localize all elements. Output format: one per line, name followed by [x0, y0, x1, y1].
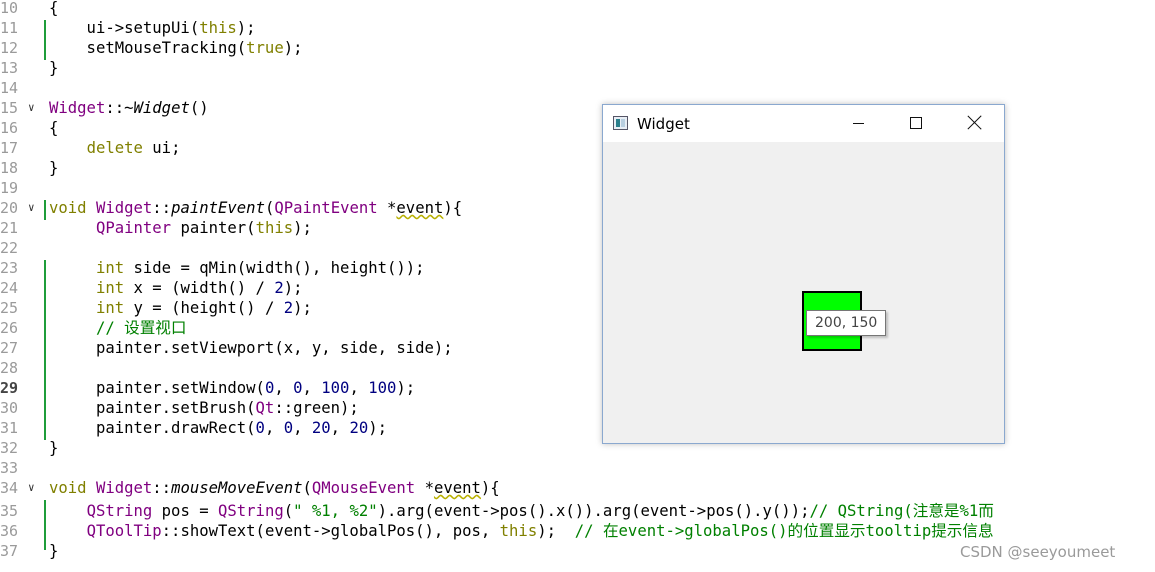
line-number: 25: [0, 299, 19, 317]
code-text: QToolTip::showText(event->globalPos(), p…: [86, 522, 994, 540]
maximize-icon: [910, 117, 922, 129]
code-line[interactable]: 14: [0, 78, 1155, 98]
code-line[interactable]: 10 {: [0, 0, 1155, 18]
code-line[interactable]: 35 QString pos = QString(" %1, %2").arg(…: [0, 501, 1155, 521]
code-text: painter.setBrush(Qt::green);: [49, 399, 359, 417]
app-window-icon: [613, 116, 628, 130]
mouse-position-tooltip: 200, 150: [806, 310, 887, 336]
widget-window[interactable]: Widget 200, 150: [602, 104, 1005, 444]
minimize-icon: [853, 123, 864, 124]
code-text: delete ui;: [86, 139, 181, 157]
code-text: int y = (height() / 2);: [95, 299, 312, 317]
code-line[interactable]: 11 ui->setupUi(this);: [0, 18, 1155, 38]
line-number: 12: [0, 39, 19, 57]
code-text: {: [49, 119, 59, 137]
line-number: 34: [0, 479, 19, 497]
code-text: }: [49, 542, 59, 560]
line-number: 11: [0, 19, 19, 37]
line-number: 19: [0, 179, 19, 197]
code-text: QString pos = QString(" %1, %2").arg(eve…: [86, 502, 994, 520]
line-number: 23: [0, 259, 19, 277]
line-number: 31: [0, 419, 19, 437]
code-text: painter.setWindow(0, 0, 100, 100);: [49, 379, 416, 397]
line-number: 16: [0, 119, 19, 137]
maximize-button[interactable]: [887, 105, 945, 142]
code-text: painter.drawRect(0, 0, 20, 20);: [49, 419, 388, 437]
line-number: 26: [0, 319, 19, 337]
code-text: setMouseTracking(true);: [49, 39, 303, 57]
line-number: 15: [0, 99, 19, 117]
code-text: void Widget::mouseMoveEvent(QMouseEvent …: [49, 479, 500, 497]
line-number: 14: [0, 79, 19, 97]
line-number: 29: [0, 379, 19, 397]
window-titlebar[interactable]: Widget: [603, 105, 1004, 142]
code-text: Widget::~Widget(): [49, 99, 209, 117]
code-line[interactable]: 36 QToolTip::showText(event->globalPos()…: [0, 521, 1155, 541]
code-line[interactable]: 12 setMouseTracking(true);: [0, 38, 1155, 58]
fold-chevron-icon[interactable]: ∨: [28, 98, 35, 118]
line-number: 13: [0, 59, 19, 77]
line-number: 10: [0, 0, 19, 17]
code-text: ui->setupUi(this);: [49, 19, 256, 37]
close-icon: [967, 114, 983, 130]
code-line[interactable]: 13}: [0, 58, 1155, 78]
line-number: 24: [0, 279, 19, 297]
window-title: Widget: [637, 115, 690, 133]
line-number: 27: [0, 339, 19, 357]
line-number: 18: [0, 159, 19, 177]
code-text: QPainter painter(this);: [95, 219, 312, 237]
line-number: 30: [0, 399, 19, 417]
fold-chevron-icon[interactable]: ∨: [28, 198, 35, 218]
code-text: {: [49, 0, 59, 17]
code-text: painter.setViewport(x, y, side, side);: [49, 339, 453, 357]
line-number: 22: [0, 239, 19, 257]
fold-chevron-icon[interactable]: ∨: [28, 478, 35, 498]
line-number: 20: [0, 199, 19, 217]
watermark: CSDN @seeyoumeet: [960, 543, 1116, 561]
line-number: 35: [0, 502, 19, 520]
code-text: }: [49, 159, 59, 177]
code-line[interactable]: 33: [0, 458, 1155, 478]
code-text: void Widget::paintEvent(QPaintEvent *eve…: [49, 199, 463, 217]
line-number: 21: [0, 219, 19, 237]
line-number: 28: [0, 359, 19, 377]
line-number: 33: [0, 459, 19, 477]
line-number: 17: [0, 139, 19, 157]
code-text: int side = qMin(width(), height());: [95, 259, 425, 277]
code-text: // 设置视口: [95, 319, 187, 337]
line-number: 37: [0, 542, 19, 560]
code-text: int x = (width() / 2);: [95, 279, 303, 297]
code-text: }: [49, 439, 59, 457]
line-number: 32: [0, 439, 19, 457]
code-line[interactable]: 34 ∨ void Widget::mouseMoveEvent(QMouseEve…: [0, 478, 1155, 498]
minimize-button[interactable]: [829, 105, 887, 142]
close-button[interactable]: [945, 105, 1003, 142]
line-number: 36: [0, 522, 19, 540]
code-text: }: [49, 59, 59, 77]
widget-client-area[interactable]: 200, 150: [603, 142, 1004, 443]
